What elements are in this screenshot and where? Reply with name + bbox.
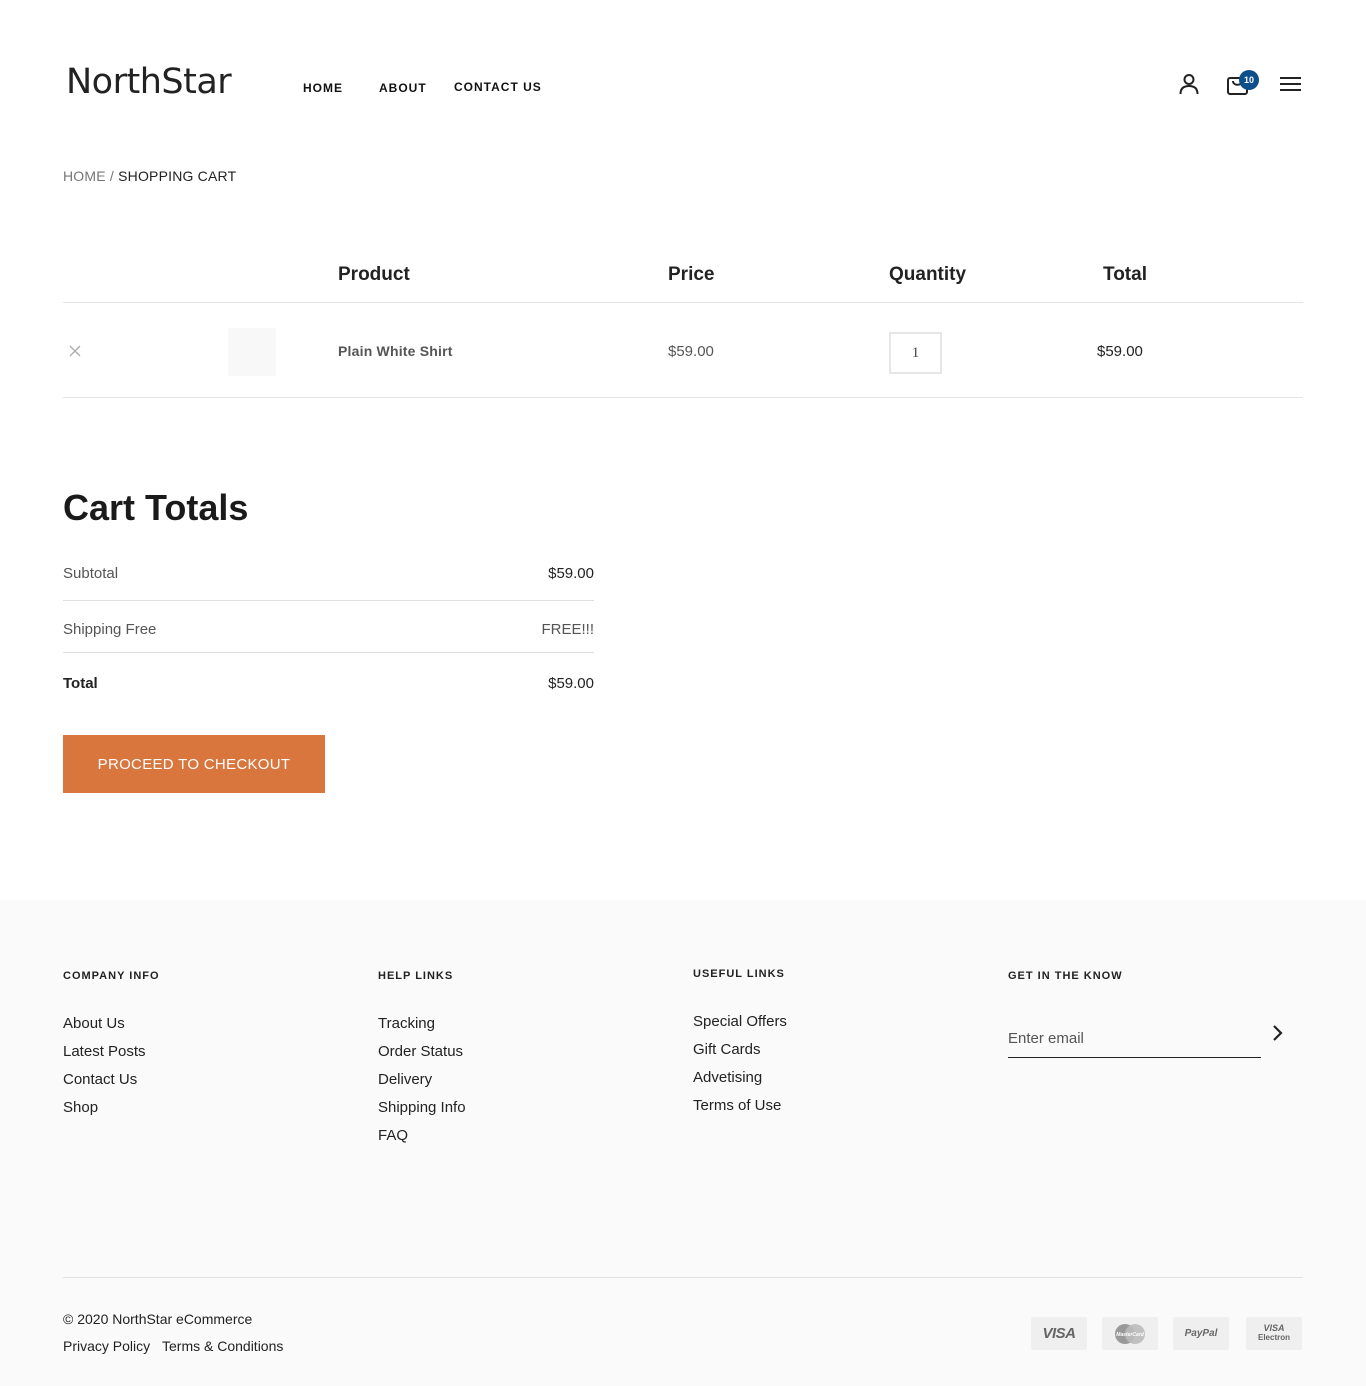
footer-link-about-us[interactable]: About Us: [63, 1015, 125, 1032]
breadcrumb-home[interactable]: HOME: [63, 168, 106, 184]
footer-link-shop[interactable]: Shop: [63, 1099, 98, 1116]
site-header: NorthStar HOME ABOUT CONTACT US 10: [0, 0, 1366, 150]
footer-link-terms-of-use[interactable]: Terms of Use: [693, 1097, 781, 1114]
visa-icon: VISA: [1031, 1317, 1087, 1350]
quantity-input[interactable]: [889, 332, 942, 374]
nav-about[interactable]: ABOUT: [379, 81, 427, 95]
product-name[interactable]: Plain White Shirt: [338, 343, 453, 359]
footer-link-order-status[interactable]: Order Status: [378, 1043, 463, 1060]
proceed-to-checkout-button[interactable]: PROCEED TO CHECKOUT: [63, 735, 325, 793]
header-quantity: Quantity: [889, 264, 967, 285]
footer-link-latest-posts[interactable]: Latest Posts: [63, 1043, 146, 1060]
cart-totals-title: Cart Totals: [63, 487, 249, 528]
copyright-text: © 2020 NorthStar eCommerce: [63, 1311, 253, 1327]
footer-link-advetising[interactable]: Advetising: [693, 1069, 762, 1086]
close-icon[interactable]: [68, 344, 82, 358]
total-value: $59.00: [548, 675, 594, 692]
breadcrumb-separator: /: [105, 168, 119, 184]
footer-link-special-offers[interactable]: Special Offers: [693, 1013, 787, 1030]
header-price: Price: [668, 264, 715, 285]
visa-electron-icon: VISA Electron: [1246, 1317, 1302, 1350]
footer-column-title: COMPANY INFO: [63, 970, 160, 982]
total-label: Total: [63, 675, 98, 692]
header-product: Product: [338, 264, 410, 285]
visa-label: VISA: [1042, 1325, 1076, 1342]
shipping-label: Shipping Free: [63, 621, 157, 638]
mastercard-icon: MasterCard: [1102, 1317, 1158, 1350]
footer-link-faq[interactable]: FAQ: [378, 1127, 408, 1144]
user-icon[interactable]: [1178, 73, 1200, 100]
nav-home[interactable]: HOME: [303, 81, 343, 95]
email-input[interactable]: [1008, 1024, 1248, 1052]
totals-divider: [63, 652, 594, 653]
breadcrumb: HOME / SHOPPING CART: [63, 168, 236, 184]
subtotal-label: Subtotal: [63, 565, 119, 582]
footer-column-title: USEFUL LINKS: [693, 968, 785, 980]
paypal-icon: PayPal: [1173, 1317, 1229, 1350]
menu-icon[interactable]: [1280, 76, 1302, 97]
terms-conditions-link[interactable]: Terms & Conditions: [162, 1338, 283, 1354]
shipping-value: FREE!!!: [541, 621, 594, 638]
footer-link-delivery[interactable]: Delivery: [378, 1071, 432, 1088]
product-price: $59.00: [668, 343, 714, 360]
product-thumbnail[interactable]: [228, 328, 276, 376]
cart-count-badge: 10: [1239, 70, 1259, 90]
footer-link-contact-us[interactable]: Contact Us: [63, 1071, 137, 1088]
visa-electron-sub: Electron: [1257, 1333, 1290, 1343]
footer-column-title: GET IN THE KNOW: [1008, 970, 1123, 982]
footer-link-gift-cards[interactable]: Gift Cards: [693, 1041, 761, 1058]
footer-link-shipping-info[interactable]: Shipping Info: [378, 1099, 466, 1116]
totals-divider: [63, 600, 594, 601]
header-total: Total: [1103, 264, 1147, 285]
breadcrumb-current: SHOPPING CART: [118, 168, 237, 184]
subtotal-value: $59.00: [548, 565, 594, 582]
footer-column-title: HELP LINKS: [378, 970, 454, 982]
mastercard-label: MasterCard: [1116, 1332, 1144, 1338]
privacy-policy-link[interactable]: Privacy Policy: [63, 1338, 150, 1354]
table-row-divider: [63, 397, 1303, 398]
footer-divider: [63, 1277, 1303, 1278]
newsletter-field: [1008, 1020, 1261, 1058]
nav-contact-us[interactable]: CONTACT US: [454, 80, 542, 94]
site-logo[interactable]: NorthStar: [66, 62, 232, 102]
line-total: $59.00: [1097, 343, 1143, 360]
paypal-label: PayPal: [1184, 1328, 1218, 1339]
chevron-right-icon[interactable]: [1271, 1024, 1287, 1042]
footer-link-tracking[interactable]: Tracking: [378, 1015, 435, 1032]
table-header-divider: [63, 302, 1303, 303]
